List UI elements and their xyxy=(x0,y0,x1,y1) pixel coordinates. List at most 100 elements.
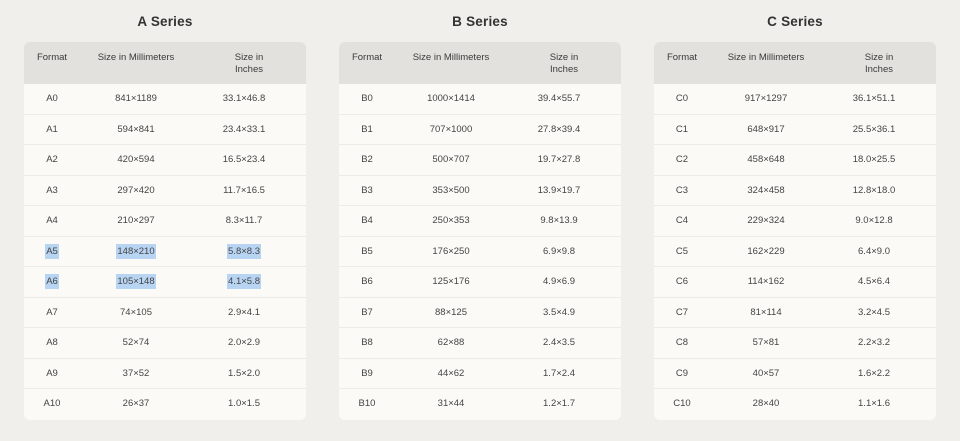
cell-format-text: A10 xyxy=(43,398,61,409)
cell-format: C4 xyxy=(654,206,710,237)
cell-format-text: B7 xyxy=(361,306,373,318)
cell-mm: 57×81 xyxy=(710,328,822,359)
cell-format-text: B3 xyxy=(361,184,373,196)
table-row: B1 707×1000 27.8×39.4 xyxy=(339,115,621,145)
table-row: B0 1000×1414 39.4×55.7 xyxy=(339,84,621,115)
cell-mm: 105×148 xyxy=(80,267,192,298)
cell-inches-text: 1.0×1.5 xyxy=(228,398,260,409)
cell-inches: 36.1×51.1 xyxy=(834,84,914,115)
cell-mm-text: 917×1297 xyxy=(744,93,788,104)
table-row: A0 841×1189 33.1×46.8 xyxy=(24,84,306,115)
cell-format-text: B0 xyxy=(361,93,373,104)
cell-format-text: B2 xyxy=(361,154,373,165)
cell-mm-text: 26×37 xyxy=(122,398,150,409)
cell-format: B3 xyxy=(339,176,395,207)
cell-format: C3 xyxy=(654,176,710,207)
cell-format: B2 xyxy=(339,145,395,176)
cell-mm-text: 125×176 xyxy=(432,276,470,287)
table-row: B8 62×88 2.4×3.5 xyxy=(339,328,621,359)
cell-format-text: C1 xyxy=(675,123,689,135)
table-row: C4 229×324 9.0×12.8 xyxy=(654,206,936,237)
cell-inches-text: 9.8×13.9 xyxy=(540,215,578,226)
cell-mm-text: 353×500 xyxy=(432,184,470,196)
cell-mm: 500×707 xyxy=(395,145,507,176)
table-header: Format Size in Millimeters Size in Inche… xyxy=(339,42,621,84)
cell-inches-text: 2.9×4.1 xyxy=(228,306,260,318)
cell-mm: 420×594 xyxy=(80,145,192,176)
cell-format: C0 xyxy=(654,84,710,115)
cell-format: C6 xyxy=(654,267,710,298)
cell-format: C10 xyxy=(654,389,710,420)
cell-inches: 2.4×3.5 xyxy=(519,328,599,359)
cell-inches: 9.8×13.9 xyxy=(519,206,599,237)
table-row: C6 114×162 4.5×6.4 xyxy=(654,267,936,298)
cell-format-text: C8 xyxy=(675,337,689,348)
cell-mm: 31×44 xyxy=(395,389,507,420)
cell-format: C8 xyxy=(654,328,710,359)
cell-format: C1 xyxy=(654,115,710,146)
cell-mm-text: 841×1189 xyxy=(115,93,157,104)
cell-format-text: A9 xyxy=(46,367,58,379)
cell-mm: 88×125 xyxy=(395,298,507,329)
cell-inches-text: 12.8×18.0 xyxy=(852,184,896,196)
cell-format-text: A3 xyxy=(46,184,58,196)
cell-inches-text: 19.7×27.8 xyxy=(537,154,581,165)
cell-mm: 44×62 xyxy=(395,359,507,390)
cell-mm: 114×162 xyxy=(710,267,822,298)
cell-format: A2 xyxy=(24,145,80,176)
cell-format: A4 xyxy=(24,206,80,237)
table-row: C5 162×229 6.4×9.0 xyxy=(654,237,936,268)
cell-inches: 1.0×1.5 xyxy=(204,389,284,420)
cell-format-text: B1 xyxy=(361,123,373,135)
cell-format: B0 xyxy=(339,84,395,115)
cell-inches-text: 3.5×4.9 xyxy=(543,306,575,318)
cell-mm: 324×458 xyxy=(710,176,822,207)
cell-mm: 1000×1414 xyxy=(395,84,507,115)
cell-format-text: C3 xyxy=(675,184,689,196)
cell-mm-text: 81×114 xyxy=(750,306,782,318)
cell-mm-text: 40×57 xyxy=(752,367,780,379)
header-inches: Size in Inches xyxy=(234,52,264,75)
cell-inches-text: 8.3×11.7 xyxy=(225,215,263,226)
table-body: A0 841×1189 33.1×46.8 A1 594×841 23.4×33.1 A2 4… xyxy=(24,84,306,420)
cell-mm-text: 114×162 xyxy=(747,276,785,287)
cell-mm-text: 500×707 xyxy=(432,154,470,165)
header-format: Format xyxy=(351,52,383,63)
cell-mm: 841×1189 xyxy=(80,84,192,115)
cell-inches-text: 27.8×39.4 xyxy=(537,123,581,135)
table-row: A6 105×148 4.1×5.8 xyxy=(24,267,306,298)
cell-inches: 8.3×11.7 xyxy=(204,206,284,237)
cell-mm: 148×210 xyxy=(80,237,192,268)
cell-inches: 4.1×5.8 xyxy=(204,267,284,298)
cell-inches-text: 5.8×8.3 xyxy=(227,243,261,259)
table-row: C2 458×648 18.0×25.5 xyxy=(654,145,936,176)
cell-inches-text: 16.5×23.4 xyxy=(222,154,266,165)
cell-inches: 1.6×2.2 xyxy=(834,359,914,390)
table-row: B5 176×250 6.9×9.8 xyxy=(339,237,621,267)
cell-format-text: B6 xyxy=(361,276,373,287)
cell-inches: 23.4×33.1 xyxy=(204,115,284,146)
cell-format-text: B8 xyxy=(361,337,373,348)
cell-inches: 6.4×9.0 xyxy=(834,237,914,268)
cell-inches: 11.7×16.5 xyxy=(204,176,284,207)
cell-mm: 37×52 xyxy=(80,359,192,390)
cell-format: B4 xyxy=(339,206,395,237)
cell-mm-text: 420×594 xyxy=(117,154,155,165)
cell-format: A5 xyxy=(24,237,80,268)
series-title: C Series xyxy=(767,14,823,29)
table-row: A4 210×297 8.3×11.7 xyxy=(24,206,306,237)
cell-format-text: C0 xyxy=(675,93,689,104)
cell-mm-text: 648×917 xyxy=(747,123,785,135)
cell-inches: 2.9×4.1 xyxy=(204,298,284,329)
cell-mm-text: 148×210 xyxy=(116,243,156,259)
cell-format-text: A7 xyxy=(46,306,58,318)
cell-format-text: A1 xyxy=(46,123,58,135)
cell-inches: 3.2×4.5 xyxy=(834,298,914,329)
cell-mm: 125×176 xyxy=(395,267,507,298)
table-row: B4 250×353 9.8×13.9 xyxy=(339,206,621,237)
cell-inches: 3.5×4.9 xyxy=(519,298,599,329)
header-inches: Size in Inches xyxy=(864,52,894,75)
table-row: A9 37×52 1.5×2.0 xyxy=(24,359,306,390)
cell-mm: 52×74 xyxy=(80,328,192,359)
paper-size-page: A Series Format Size in Millimeters Size… xyxy=(0,0,960,441)
